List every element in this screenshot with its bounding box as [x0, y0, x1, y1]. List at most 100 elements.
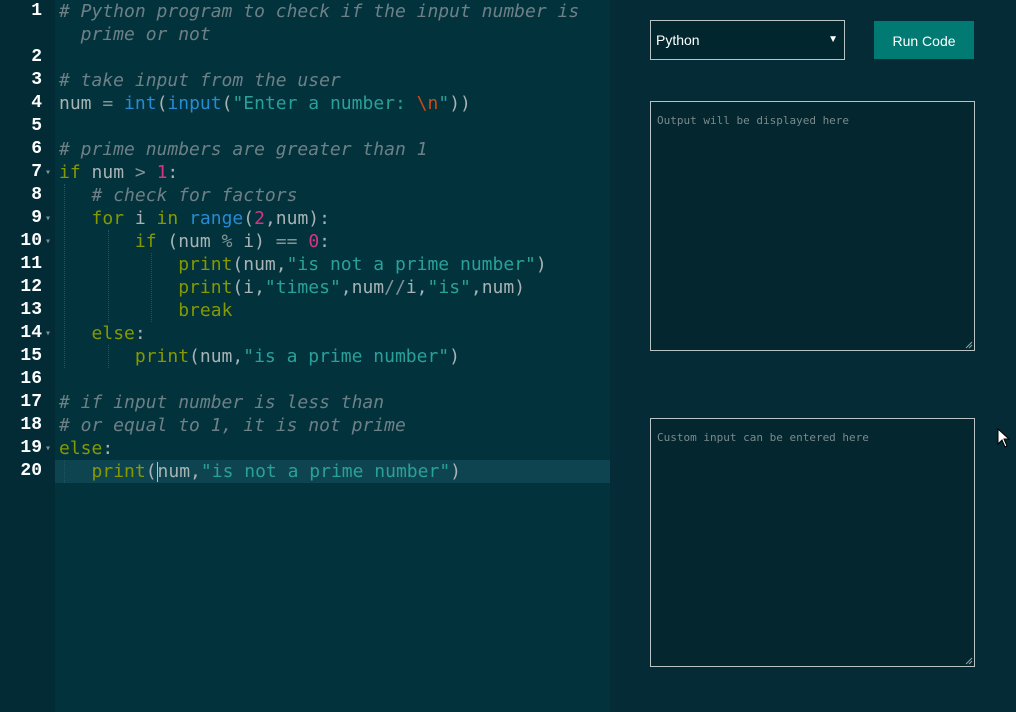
code-token: (num — [156, 231, 222, 252]
code-line[interactable]: 5 — [0, 115, 610, 138]
code-line[interactable]: 7 ▾ if num > 1: — [0, 161, 610, 184]
code-line[interactable]: 3 # take input from the user — [0, 69, 610, 92]
code-text: num = int(input("Enter a number: \n")) — [59, 92, 471, 115]
code-text: if (num % i) == 0: — [59, 230, 330, 253]
code-line[interactable]: 6 # prime numbers are greater than 1 — [0, 138, 610, 161]
code-token: int — [124, 93, 157, 114]
code-line[interactable]: 10 ▾ if (num % i) == 0: — [0, 230, 610, 253]
output-placeholder: Output will be displayed here — [657, 114, 850, 127]
code-token: num — [80, 162, 135, 183]
custom-input-textarea[interactable]: Custom input can be entered here — [650, 418, 975, 667]
code-line[interactable]: 13 break — [0, 299, 610, 322]
code-text: # if input number is less than — [59, 391, 384, 414]
code-token: if — [134, 231, 157, 252]
fold-arrow-icon[interactable]: ▾ — [45, 437, 51, 460]
code-token: "is" — [427, 277, 471, 298]
code-token: "Enter a number: — [232, 93, 417, 114]
code-token: # take input from the user — [59, 70, 341, 91]
code-line[interactable]: 19 ▾ else: — [0, 437, 610, 460]
code-token: : — [319, 231, 330, 252]
code-token: ) — [449, 346, 460, 367]
code-text: # prime numbers are greater than 1 — [59, 138, 427, 161]
code-token: ,num) — [470, 277, 526, 298]
code-line[interactable]: 16 — [0, 368, 610, 391]
code-token: "is not a prime number" — [200, 461, 451, 482]
code-token: print — [91, 461, 146, 482]
code-line[interactable]: prime or not — [0, 23, 610, 46]
code-token: ) — [535, 254, 547, 275]
code-token: > — [134, 162, 146, 183]
code-token: # Python program to check if the input n… — [59, 1, 580, 22]
code-line[interactable]: 9 ▾ for i in range(2,num): — [0, 207, 610, 230]
code-token: "times" — [264, 277, 341, 298]
output-textarea[interactable]: Output will be displayed here — [650, 101, 975, 351]
line-number: 15 — [20, 346, 42, 366]
code-token: print — [134, 346, 190, 367]
code-line[interactable]: 8 # check for factors — [0, 184, 610, 207]
code-line[interactable]: 1 # Python program to check if the input … — [0, 0, 610, 23]
code-line[interactable]: 4 num = int(input("Enter a number: \n")) — [0, 92, 610, 115]
line-number: 14 — [20, 323, 42, 343]
code-token: 2 — [254, 208, 265, 229]
line-number: 9 — [31, 208, 42, 228]
resize-grip-icon[interactable] — [965, 657, 973, 665]
code-token: 1 — [156, 162, 168, 183]
code-token: input — [167, 93, 222, 114]
fold-arrow-icon[interactable]: ▾ — [45, 207, 51, 230]
code-line[interactable]: 20 print(num,"is not a prime number") — [0, 460, 610, 483]
code-token: "is not a prime number" — [286, 254, 536, 275]
code-token: \n — [416, 93, 439, 114]
code-text: # check for factors — [59, 184, 298, 207]
code-token: in — [156, 208, 179, 229]
code-text: # Python program to check if the input n… — [59, 0, 579, 23]
code-token: i, — [405, 277, 428, 298]
code-line[interactable]: 14 ▾ else: — [0, 322, 610, 345]
code-line[interactable]: 2 — [0, 46, 610, 69]
code-token: (num, — [189, 346, 244, 367]
fold-arrow-icon[interactable]: ▾ — [45, 230, 51, 253]
code-token: "is a prime number" — [243, 346, 450, 367]
code-token: ) — [450, 461, 461, 482]
code-lines[interactable]: 1 # Python program to check if the input … — [0, 0, 610, 483]
code-token: prime or not — [59, 24, 211, 45]
line-number: 5 — [31, 116, 42, 136]
line-number: 2 — [31, 47, 42, 67]
line-number: 17 — [20, 392, 42, 412]
code-token: # prime numbers are greater than 1 — [59, 139, 428, 160]
code-text: print(i,"times",num//i,"is",num) — [59, 276, 525, 299]
language-select[interactable]: Python ▼ — [650, 20, 845, 60]
code-token: == — [275, 231, 298, 252]
line-number: 11 — [20, 254, 42, 274]
code-line[interactable]: 17 # if input number is less than — [0, 391, 610, 414]
code-text: print(num,"is not a prime number") — [59, 460, 461, 483]
code-token: % — [221, 231, 233, 252]
code-token: (num, — [232, 254, 287, 275]
line-number: 1 — [31, 1, 42, 21]
code-text: for i in range(2,num): — [59, 207, 330, 230]
code-line[interactable]: 11 print(num,"is not a prime number") — [0, 253, 610, 276]
code-line[interactable]: 15 print(num,"is a prime number") — [0, 345, 610, 368]
fold-arrow-icon[interactable]: ▾ — [45, 161, 51, 184]
code-token: for — [91, 208, 125, 229]
fold-arrow-icon[interactable]: ▾ — [45, 322, 51, 345]
code-line[interactable]: 12 print(i,"times",num//i,"is",num) — [0, 276, 610, 299]
run-code-button[interactable]: Run Code — [874, 21, 974, 59]
mouse-pointer-icon — [997, 428, 1011, 448]
code-text: if num > 1: — [59, 161, 178, 184]
resize-grip-icon[interactable] — [965, 341, 973, 349]
line-number: 4 — [31, 93, 42, 113]
code-token: break — [178, 300, 233, 321]
code-token: ( — [145, 461, 157, 482]
custom-input-placeholder: Custom input can be entered here — [657, 431, 869, 444]
code-token: else — [91, 323, 135, 344]
code-token: print — [178, 277, 233, 298]
code-line[interactable]: 18 # or equal to 1, it is not prime — [0, 414, 610, 437]
code-editor[interactable]: 1 # Python program to check if the input … — [0, 0, 610, 712]
